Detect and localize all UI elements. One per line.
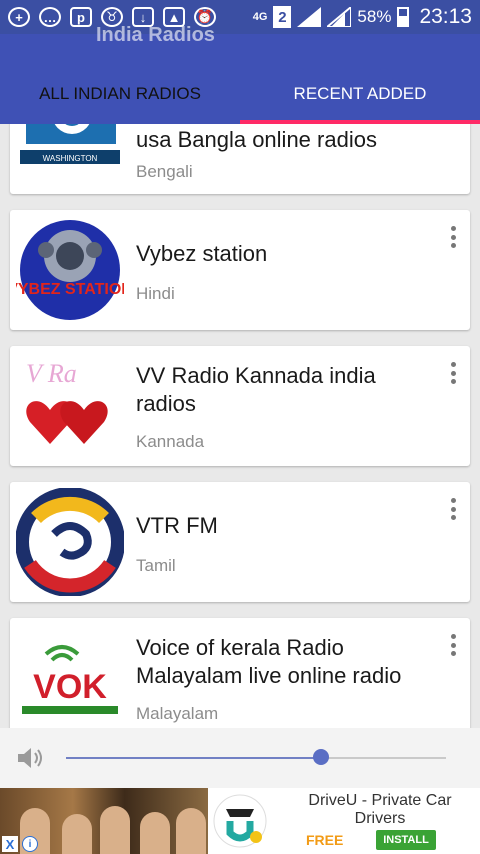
signal-strength-icon-2 [327, 7, 352, 27]
station-logo: V Ra [16, 352, 124, 460]
network-type: 4G [252, 10, 268, 23]
station-title: Voice of kerala Radio Malayalam live onl… [136, 635, 402, 688]
station-title: usa Bangla online radios [136, 127, 377, 152]
add-notification-icon: + [8, 7, 30, 27]
overflow-menu-icon[interactable] [450, 634, 456, 656]
station-logo-text: V Ra [26, 359, 77, 388]
ad-price: FREE [306, 832, 344, 848]
station-language: Malayalam [136, 704, 219, 723]
ad-info-icon[interactable]: i [22, 836, 38, 852]
station-language: Hindi [136, 284, 175, 303]
list-item[interactable]: WASHINGTON usa Bangla online radios Beng… [10, 124, 470, 194]
ad-install-button[interactable]: INSTALL [376, 830, 436, 850]
status-bar: + … p ♉ ↓ ▲ ⏰ 4G 2 58% 23:13 [0, 0, 480, 34]
station-logo-text: VYBEZ STATION [16, 281, 124, 298]
station-list[interactable]: WASHINGTON usa Bangla online radios Beng… [0, 124, 480, 728]
volume-slider-track[interactable] [66, 757, 446, 759]
app-bar: India Radios ALL INDIAN RADIOS RECENT AD… [0, 24, 480, 124]
volume-icon[interactable] [16, 746, 44, 770]
app-title: India Radios [96, 24, 215, 46]
station-title: Vybez station [136, 241, 268, 266]
ad-title[interactable]: DriveU - Private Car Drivers [282, 792, 478, 828]
station-logo: VYBEZ STATION [16, 216, 124, 324]
tab-recent-added[interactable]: RECENT ADDED [240, 84, 480, 104]
overflow-menu-icon[interactable] [450, 226, 456, 248]
station-title: VV Radio Kannada india radios [136, 363, 376, 416]
volume-slider-thumb[interactable] [312, 749, 329, 765]
clock: 23:13 [419, 5, 472, 28]
battery-percentage: 58% [357, 7, 392, 26]
station-logo-text: WASHINGTON [43, 154, 98, 163]
station-logo: VOK [16, 624, 124, 728]
station-language: Bengali [136, 162, 193, 181]
driveu-app-icon[interactable] [208, 788, 272, 854]
volume-slider-fill [66, 757, 321, 759]
ad-close-icon[interactable]: X [2, 836, 18, 852]
overflow-menu-icon[interactable] [450, 362, 456, 384]
station-logo [16, 488, 124, 596]
list-item[interactable]: VTR FM Tamil [10, 482, 470, 602]
station-logo-text: VOK [33, 668, 107, 706]
station-logo: WASHINGTON [16, 124, 124, 182]
sim-slot-indicator: 2 [273, 6, 292, 28]
player-bar [0, 728, 480, 788]
list-item[interactable]: VOK Voice of kerala Radio Malayalam live… [10, 618, 470, 728]
overflow-menu-icon[interactable] [450, 498, 456, 520]
ad-banner[interactable]: DriveU - Private Car Drivers FREE INSTAL… [0, 788, 480, 854]
tab-all-indian-radios[interactable]: ALL INDIAN RADIOS [0, 84, 240, 104]
station-language: Kannada [136, 432, 205, 451]
battery-icon [397, 7, 410, 27]
app-notification-icon: p [70, 7, 92, 27]
list-item[interactable]: V Ra VV Radio Kannada india radios Kanna… [10, 346, 470, 466]
list-item[interactable]: VYBEZ STATION Vybez station Hindi [10, 210, 470, 330]
chat-notification-icon: … [39, 7, 61, 27]
station-language: Tamil [136, 556, 176, 575]
signal-strength-icon [297, 7, 322, 27]
station-title: VTR FM [136, 513, 218, 538]
